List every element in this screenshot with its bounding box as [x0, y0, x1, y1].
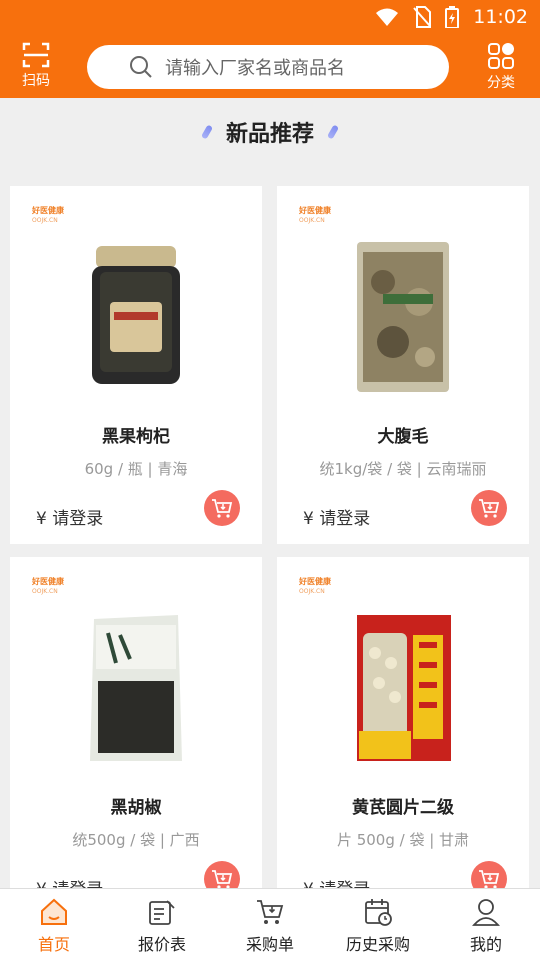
product-spec: 片 500g / 袋 | 甘肃 — [336, 831, 470, 849]
product-image — [90, 615, 182, 761]
product-card[interactable]: 好医健康OOJK.CN 黑胡椒 统500g / 袋 | 广西 ¥ 请登录 — [10, 557, 262, 915]
product-name: 黑果枸杞 — [102, 427, 170, 447]
no-sim-icon — [413, 6, 432, 28]
status-time: 11:02 — [473, 6, 528, 28]
product-price: ¥ 请登录 — [303, 509, 371, 529]
product-card[interactable]: 好医健康 OOJK.CN 黑果枸杞 60g / 瓶 | 青海 ¥ 请登录 — [10, 186, 262, 544]
product-image — [357, 242, 449, 392]
app-header: 11:02 扫码 请输入厂家名或商品名 分类 — [0, 0, 540, 98]
status-bar: 11:02 — [0, 0, 540, 36]
category-button[interactable]: 分类 — [476, 42, 526, 94]
wifi-icon — [376, 8, 399, 26]
product-spec: 统1kg/袋 / 袋 | 云南瑞丽 — [319, 460, 487, 478]
section-header: 新品推荐 — [0, 110, 540, 154]
brand-logo: 好医健康 OOJK.CN — [299, 577, 331, 595]
product-card[interactable]: 好医健康 OOJK.CN 大腹毛 统1kg/袋 / 袋 | 云南瑞丽 ¥ 请登录 — [277, 186, 529, 544]
quote-list-icon — [149, 900, 175, 925]
cart-icon — [257, 900, 284, 924]
cart-icon — [479, 870, 500, 889]
add-to-cart-button[interactable] — [471, 490, 507, 526]
nav-home[interactable]: 首页 — [0, 889, 108, 960]
search-placeholder: 请输入厂家名或商品名 — [165, 58, 345, 79]
cart-icon — [212, 870, 233, 889]
scan-button[interactable]: 扫码 — [11, 42, 61, 94]
nav-purchase-order[interactable]: 采购单 — [216, 889, 324, 960]
nav-label: 我的 — [469, 935, 502, 954]
product-name: 黄芪圆片二级 — [352, 798, 454, 818]
brand-logo: 好医健康 OOJK.CN — [32, 206, 64, 224]
product-name: 黑胡椒 — [110, 798, 162, 818]
search-input[interactable]: 请输入厂家名或商品名 — [87, 45, 449, 89]
product-spec: 60g / 瓶 | 青海 — [84, 460, 188, 478]
product-price: ¥ 请登录 — [36, 509, 104, 529]
nav-label: 采购单 — [245, 935, 294, 954]
product-image — [92, 246, 180, 384]
status-icons: 11:02 — [375, 6, 528, 28]
nav-label: 历史采购 — [345, 935, 410, 954]
nav-quote-list[interactable]: 报价表 — [108, 889, 216, 960]
brand-logo: 好医健康 OOJK.CN — [299, 206, 331, 224]
section-title: 新品推荐 — [225, 122, 314, 147]
decor-pill-right — [326, 124, 340, 140]
add-to-cart-button[interactable] — [204, 490, 240, 526]
decor-pill-left — [200, 124, 214, 140]
nav-purchase-history[interactable]: 历史采购 — [324, 889, 432, 960]
scan-label: 扫码 — [22, 73, 50, 89]
product-card[interactable]: 好医健康OOJK.CN 黄芪圆片二级 片 500g / 袋 | 甘肃 ¥ 请登录 — [277, 557, 529, 915]
category-label: 分类 — [487, 75, 515, 91]
user-icon — [472, 899, 500, 926]
brand-logo: 好医健康 OOJK.CN — [32, 577, 64, 595]
nav-label: 报价表 — [137, 935, 186, 954]
product-spec: 统500g / 袋 | 广西 — [72, 831, 200, 849]
bottom-nav: 首页 报价表 采购单 历史采购 我的 — [0, 888, 540, 960]
calendar-history-icon — [365, 899, 392, 926]
product-name: 大腹毛 — [377, 427, 429, 447]
nav-label: 首页 — [37, 935, 70, 954]
category-grid-icon — [488, 43, 514, 69]
search-icon — [130, 56, 152, 78]
cart-icon — [212, 499, 233, 518]
scan-icon — [22, 42, 50, 68]
nav-profile[interactable]: 我的 — [432, 889, 540, 960]
home-icon — [41, 898, 67, 925]
battery-icon — [445, 6, 460, 28]
cart-icon — [479, 499, 500, 518]
product-image — [357, 615, 451, 761]
